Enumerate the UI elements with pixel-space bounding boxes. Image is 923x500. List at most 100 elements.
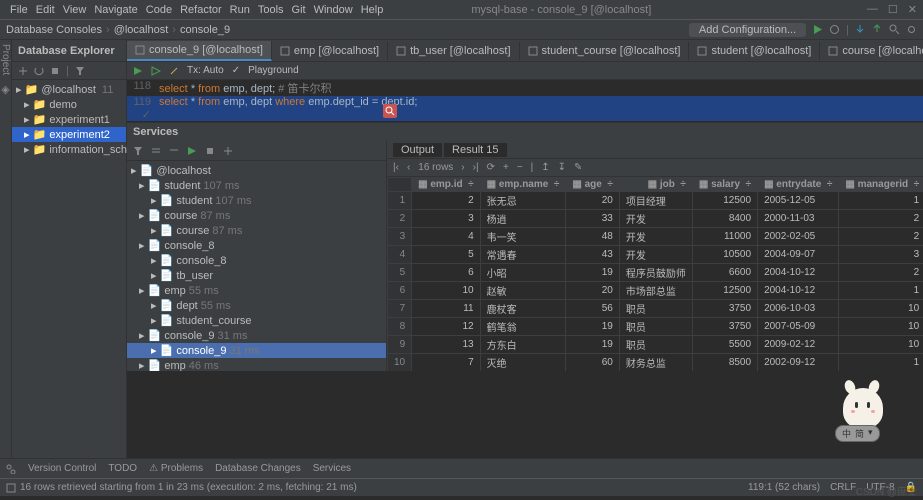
toolwindow-services[interactable]: Services: [313, 463, 351, 474]
cell[interactable]: 10: [412, 282, 481, 300]
menu-window[interactable]: Window: [310, 4, 357, 16]
crumb-host[interactable]: @localhost: [114, 24, 169, 36]
cell[interactable]: 12500: [692, 282, 757, 300]
sql-editor[interactable]: 118select * from emp, dept; # 笛卡尔积119 ✓s…: [127, 80, 923, 122]
cell[interactable]: 8500: [692, 354, 757, 372]
wand-icon[interactable]: [169, 66, 179, 76]
cell[interactable]: 2004-09-07: [758, 246, 839, 264]
cell[interactable]: 10: [839, 336, 923, 354]
cell[interactable]: 张无忌: [480, 192, 566, 210]
status-icon[interactable]: [6, 483, 16, 493]
next-page-icon[interactable]: ›: [461, 162, 464, 173]
menu-view[interactable]: View: [59, 4, 91, 16]
cell[interactable]: 方东白: [480, 336, 566, 354]
crumb-console[interactable]: console_9: [180, 24, 230, 36]
cell[interactable]: 2000-11-03: [758, 210, 839, 228]
cell[interactable]: 8400: [692, 210, 757, 228]
editor-tab[interactable]: tb_user [@localhost]: [388, 42, 519, 60]
cell[interactable]: 项目经理: [619, 192, 692, 210]
run-icon[interactable]: [187, 146, 197, 156]
maximize-icon[interactable]: ☐: [888, 3, 898, 16]
cell[interactable]: 20: [566, 192, 620, 210]
cell[interactable]: 赵敏: [480, 282, 566, 300]
cell[interactable]: 56: [566, 300, 620, 318]
cell[interactable]: 鹤笔翁: [480, 318, 566, 336]
service-node[interactable]: ▸ 📄 course 87 ms: [127, 208, 386, 223]
cell[interactable]: 43: [566, 246, 620, 264]
result-grid[interactable]: ▦ emp.id ÷▦ emp.name ÷▦ age ÷▦ job ÷▦ sa…: [387, 177, 923, 371]
service-node[interactable]: ▸ 📄 console_9 31 ms: [127, 328, 386, 343]
git-update-icon[interactable]: [855, 24, 866, 35]
menu-git[interactable]: Git: [288, 4, 310, 16]
minimize-icon[interactable]: —: [867, 3, 878, 16]
col-header[interactable]: ▦ emp.id ÷: [412, 178, 481, 192]
db-node[interactable]: ▸ 📁 experiment2: [12, 127, 126, 142]
cell[interactable]: 韦一笑: [480, 228, 566, 246]
cell[interactable]: 1: [839, 354, 923, 372]
menu-code[interactable]: Code: [142, 4, 176, 16]
commit-icon[interactable]: ↥: [541, 162, 549, 173]
cell[interactable]: 2005-12-05: [758, 192, 839, 210]
cell[interactable]: 12: [412, 318, 481, 336]
menu-run[interactable]: Run: [226, 4, 254, 16]
execute-icon[interactable]: [133, 66, 143, 76]
cell[interactable]: 2: [839, 264, 923, 282]
cell[interactable]: 10: [839, 318, 923, 336]
cell[interactable]: 市场部总监: [619, 282, 692, 300]
col-header[interactable]: ▦ emp.name ÷: [480, 178, 566, 192]
editor-tab[interactable]: emp [@localhost]: [272, 42, 388, 60]
tx-auto-label[interactable]: Tx: Auto: [187, 65, 224, 76]
line-sep[interactable]: CRLF: [830, 482, 856, 493]
remove-row-icon[interactable]: −: [517, 162, 523, 173]
run-icon[interactable]: [812, 24, 823, 35]
service-node[interactable]: ▸ 📄 emp 46 ms: [127, 358, 386, 371]
cell[interactable]: 2002-09-12: [758, 354, 839, 372]
filter-icon[interactable]: [75, 66, 85, 76]
add-icon[interactable]: [18, 66, 28, 76]
cell[interactable]: 开发: [619, 246, 692, 264]
cell[interactable]: 4: [412, 228, 481, 246]
cell[interactable]: 3750: [692, 318, 757, 336]
last-page-icon[interactable]: ›|: [473, 162, 479, 173]
debug-icon[interactable]: [829, 24, 840, 35]
cell[interactable]: 5: [412, 246, 481, 264]
close-icon[interactable]: ✕: [908, 3, 917, 16]
cell[interactable]: 财务总监: [619, 354, 692, 372]
editor-tab[interactable]: console_9 [@localhost]: [127, 41, 272, 61]
cell[interactable]: 48: [566, 228, 620, 246]
cell[interactable]: 7: [412, 354, 481, 372]
cell[interactable]: 1: [839, 192, 923, 210]
playground-label[interactable]: Playground: [248, 65, 299, 76]
toolwindow-problems[interactable]: ⚠ Problems: [149, 463, 203, 474]
menu-tools[interactable]: Tools: [254, 4, 288, 16]
refresh-icon[interactable]: [34, 66, 44, 76]
cell[interactable]: 2004-10-12: [758, 264, 839, 282]
add-icon[interactable]: [223, 146, 233, 156]
cell[interactable]: 19: [566, 264, 620, 282]
cell[interactable]: 5500: [692, 336, 757, 354]
menu-file[interactable]: File: [6, 4, 32, 16]
cell[interactable]: 2: [839, 210, 923, 228]
cell[interactable]: 3: [412, 210, 481, 228]
filter-icon[interactable]: [133, 146, 143, 156]
tab-output[interactable]: Output: [393, 143, 442, 157]
cell[interactable]: 灭绝: [480, 354, 566, 372]
service-node[interactable]: ▸ 📄 console_8: [127, 238, 386, 253]
settings-icon[interactable]: [906, 24, 917, 35]
reload-icon[interactable]: ⟳: [487, 162, 495, 173]
services-tree[interactable]: ▸ 📄 @localhost▸ 📄 student 107 ms▸ 📄 stud…: [127, 161, 386, 371]
caret-position[interactable]: 119:1 (52 chars): [748, 482, 820, 493]
toolwindow-version-control[interactable]: Version Control: [28, 463, 96, 474]
cell[interactable]: 开发: [619, 210, 692, 228]
service-node[interactable]: ▸ 📄 student 107 ms: [127, 193, 386, 208]
cell[interactable]: 6600: [692, 264, 757, 282]
cell[interactable]: 2002-02-05: [758, 228, 839, 246]
db-node[interactable]: ▸ 📁 demo: [12, 97, 126, 112]
menu-navigate[interactable]: Navigate: [90, 4, 141, 16]
cell[interactable]: 小昭: [480, 264, 566, 282]
cell[interactable]: 12500: [692, 192, 757, 210]
col-header[interactable]: ▦ salary ÷: [692, 178, 757, 192]
col-header[interactable]: ▦ managerid ÷: [839, 178, 923, 192]
cell[interactable]: 13: [412, 336, 481, 354]
editor-tab[interactable]: student_course [@localhost]: [520, 42, 690, 60]
